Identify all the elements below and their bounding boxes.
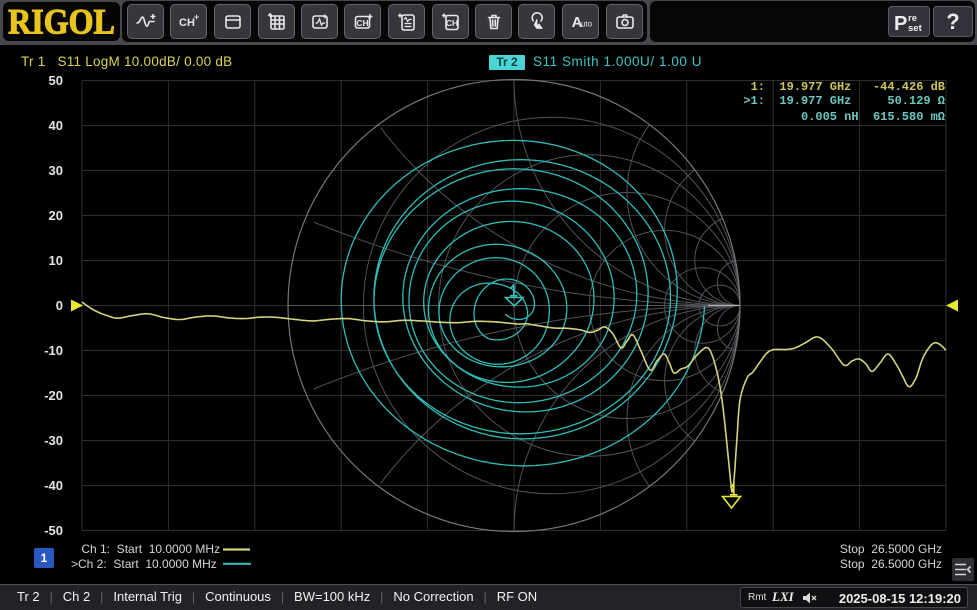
svg-text:CH: CH	[356, 18, 368, 28]
svg-text:P: P	[894, 13, 907, 35]
svg-text:+: +	[193, 12, 198, 22]
svg-text:CH: CH	[445, 18, 457, 28]
svg-text:CH: CH	[179, 17, 195, 29]
svg-text:set: set	[908, 23, 923, 34]
svg-text:uto: uto	[580, 19, 592, 28]
